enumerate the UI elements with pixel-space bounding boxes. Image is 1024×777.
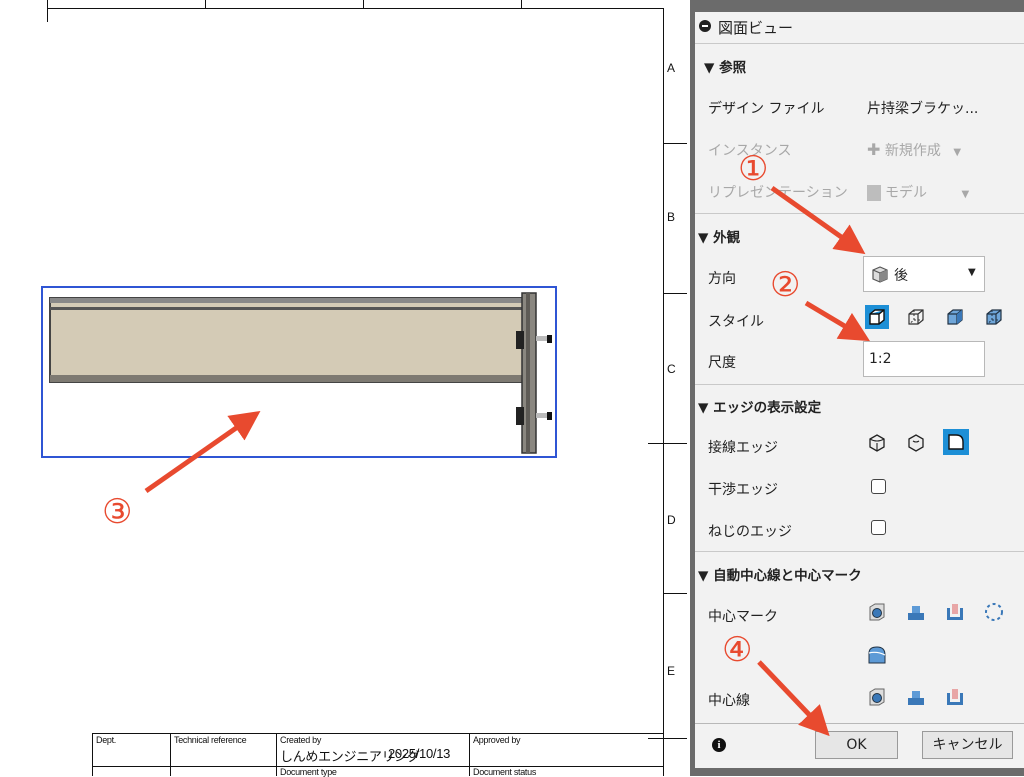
callout-1-arrow <box>770 185 866 255</box>
callout-3-arrow <box>144 410 261 494</box>
callout-2-arrow <box>804 300 871 342</box>
callout-2: ② <box>770 265 801 305</box>
callout-4: ④ <box>722 630 753 670</box>
annotation-arrows <box>144 185 871 737</box>
callout-1: ① <box>738 149 769 189</box>
callout-4-arrow <box>757 660 830 737</box>
callout-3: ③ <box>102 492 133 532</box>
